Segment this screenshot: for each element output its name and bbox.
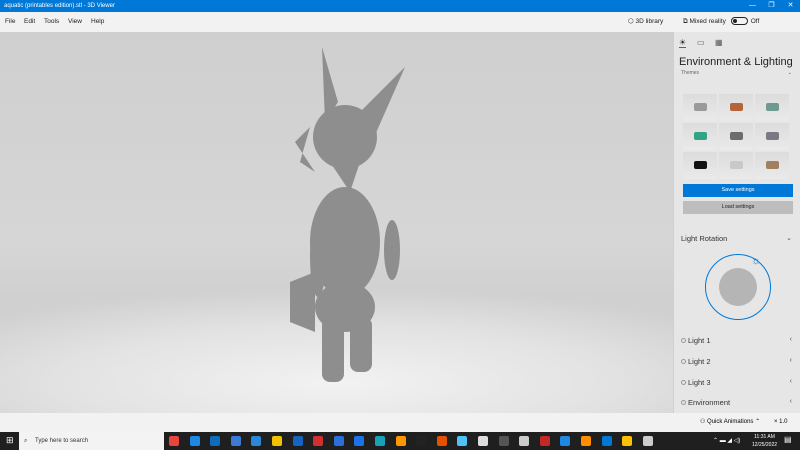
quick-animations-button[interactable]: ⚇ Quick Animations ⌃: [700, 413, 760, 432]
search-icon: ⌕: [24, 438, 28, 444]
close-button[interactable]: ✕: [781, 0, 800, 12]
system-tray-icons[interactable]: ⌃ ▬ ◢ ◁): [713, 437, 740, 444]
taskbar-app-icon[interactable]: [498, 436, 509, 446]
taskbar-app-icon[interactable]: [189, 436, 200, 446]
taskbar-app-icon[interactable]: [622, 436, 633, 446]
tab-stats[interactable]: ▭: [697, 38, 705, 47]
taskbar-app-icon[interactable]: [230, 436, 241, 446]
mixed-reality-toggle[interactable]: ⧉ Mixed reality Off: [683, 12, 759, 32]
taskbar-app-icon[interactable]: [478, 436, 488, 446]
taskbar-app-icon[interactable]: [560, 436, 571, 446]
taskbar-app-icon[interactable]: [354, 436, 365, 446]
taskbar-app-icon[interactable]: [169, 436, 179, 446]
theme-grid: [683, 94, 789, 179]
taskbar-app-icon[interactable]: [251, 436, 262, 446]
sun-icon[interactable]: ☼: [751, 255, 761, 267]
title-bar: aquatic (printables edition).stl - 3D Vi…: [0, 0, 800, 12]
chevron-left-icon[interactable]: ‹: [790, 378, 792, 385]
themes-label: Themes: [681, 70, 700, 76]
taskbar-app-icon[interactable]: [210, 436, 221, 446]
minimize-button[interactable]: —: [743, 0, 762, 12]
chevron-down-icon[interactable]: ⌄: [788, 70, 792, 76]
theme-thumbnail[interactable]: [755, 152, 789, 179]
panel-title: Environment & Lighting: [679, 56, 793, 68]
taskbar-app-icon[interactable]: [581, 436, 591, 446]
windows-start-icon[interactable]: ⊞: [6, 435, 14, 446]
speed-selector[interactable]: × 1.0: [774, 413, 788, 432]
menu-bar: File Edit Tools View Help ⬡ 3D library ⧉…: [0, 12, 800, 32]
theme-thumbnail[interactable]: [755, 94, 789, 121]
theme-thumbnail[interactable]: [683, 123, 717, 150]
chevron-down-icon[interactable]: ⌄: [786, 234, 792, 242]
theme-thumbnail[interactable]: [719, 152, 753, 179]
menu-edit[interactable]: Edit: [24, 12, 35, 32]
menu-file[interactable]: File: [5, 12, 15, 32]
3d-model[interactable]: [0, 32, 673, 413]
theme-thumbnail[interactable]: [683, 152, 717, 179]
taskbar-app-icon[interactable]: [292, 436, 303, 446]
chevron-left-icon[interactable]: ‹: [790, 398, 792, 405]
taskbar: ⊞ ⌕ Type here to search ⌃ ▬ ◢ ◁) 11:31 AM…: [0, 432, 800, 450]
taskbar-app-icon[interactable]: [601, 436, 612, 446]
taskbar-app-icon[interactable]: [642, 436, 653, 446]
notification-icon[interactable]: ▤: [784, 435, 792, 444]
tab-grid[interactable]: ▦: [715, 38, 723, 47]
light-rotation-label: Light Rotation: [681, 234, 728, 243]
save-settings-button[interactable]: Save settings: [683, 184, 793, 197]
taskbar-app-icon[interactable]: [313, 436, 324, 446]
theme-thumbnail[interactable]: [719, 123, 753, 150]
menu-view[interactable]: View: [68, 12, 82, 32]
light-1-toggle[interactable]: Light 1: [681, 336, 711, 345]
light-rotation-dial[interactable]: ☼: [705, 254, 771, 320]
taskbar-app-icon[interactable]: [457, 436, 468, 446]
theme-thumbnail[interactable]: [683, 94, 717, 121]
taskbar-app-icon[interactable]: [395, 436, 406, 446]
menu-tools[interactable]: Tools: [44, 12, 59, 32]
taskbar-app-icon[interactable]: [333, 436, 344, 446]
taskbar-app-icon[interactable]: [375, 436, 385, 446]
chevron-left-icon[interactable]: ‹: [790, 336, 792, 343]
chevron-left-icon[interactable]: ‹: [790, 357, 792, 364]
theme-thumbnail[interactable]: [755, 123, 789, 150]
menu-help[interactable]: Help: [91, 12, 104, 32]
clock[interactable]: 11:31 AM 12/25/2022: [752, 433, 777, 449]
environment-lighting-panel: ☀ ▭ ▦ Environment & Lighting Themes ⌄ Sa…: [673, 32, 800, 413]
animation-icon: ⚇: [700, 419, 708, 425]
load-settings-button[interactable]: Load settings: [683, 201, 793, 214]
environment-toggle[interactable]: Environment: [681, 398, 730, 407]
taskbar-app-icon[interactable]: [519, 436, 530, 446]
taskbar-app-icon[interactable]: [539, 436, 550, 446]
3d-viewport[interactable]: [0, 32, 673, 413]
maximize-button[interactable]: ❐: [762, 0, 781, 12]
taskbar-app-icon[interactable]: [272, 436, 282, 446]
light-3-toggle[interactable]: Light 3: [681, 378, 711, 387]
taskbar-app-icon[interactable]: [416, 436, 427, 446]
window-title: aquatic (printables edition).stl - 3D Vi…: [4, 3, 115, 9]
taskbar-search[interactable]: ⌕ Type here to search: [19, 432, 164, 450]
tab-lighting[interactable]: ☀: [679, 38, 687, 48]
light-2-toggle[interactable]: Light 2: [681, 357, 711, 366]
theme-thumbnail[interactable]: [719, 94, 753, 121]
3d-library-button[interactable]: ⬡ 3D library: [628, 12, 663, 32]
taskbar-app-icon[interactable]: [436, 436, 447, 446]
bottom-bar: ⚇ Quick Animations ⌃ × 1.0: [0, 413, 800, 432]
